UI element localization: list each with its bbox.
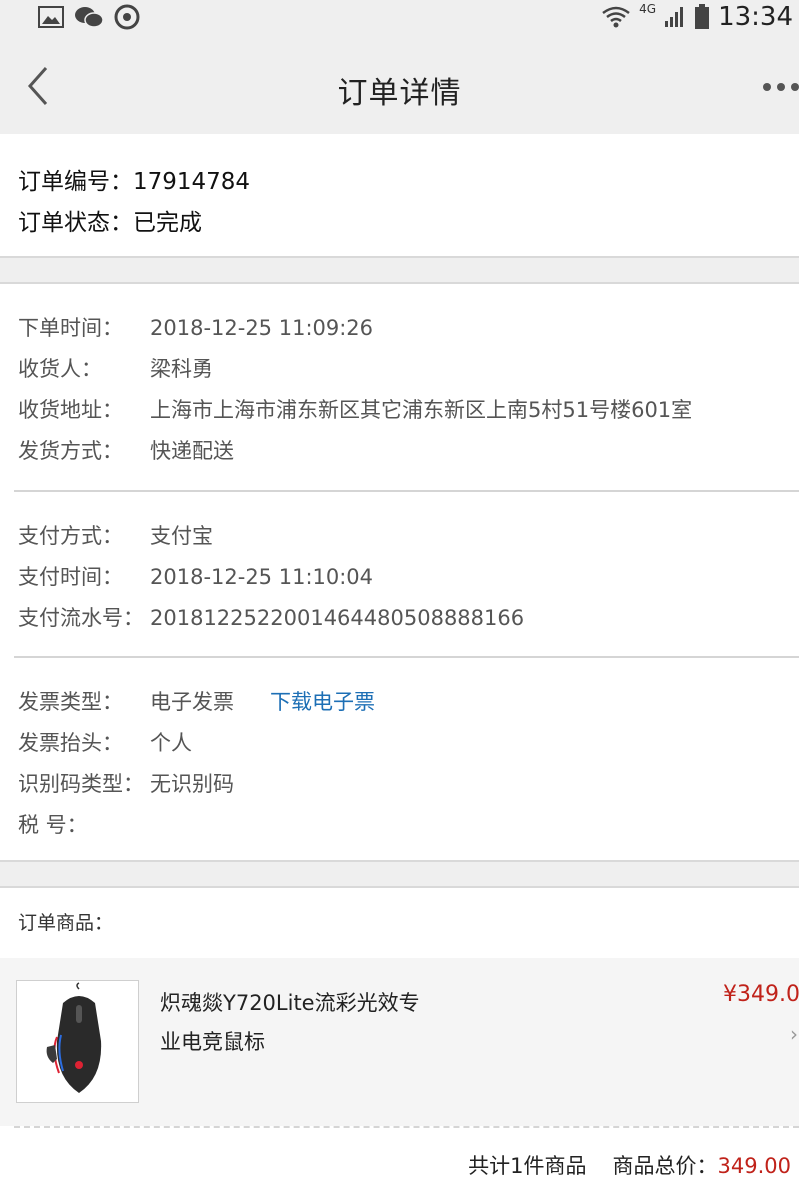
item-count: 共计1件商品 <box>468 1154 587 1178</box>
page-title: 订单详情 <box>337 76 462 111</box>
address-row: 收货地址： 上海市上海市浦东新区其它浦东新区上南5村51号楼601室 <box>18 394 692 424</box>
shipping-method-label: 发货方式： <box>18 439 123 463</box>
order-summary: 订单编号：17914784 订单状态：已完成 <box>0 134 799 258</box>
shipping-method: 快递配送 <box>150 439 234 463</box>
signal-icon <box>665 7 684 27</box>
id-type-row: 识别码类型： 无识别码 <box>18 768 234 798</box>
shipping-method-row: 发货方式： 快递配送 <box>18 435 234 465</box>
payment-method: 支付宝 <box>150 524 213 548</box>
download-invoice-link[interactable]: 下载电子票 <box>270 690 375 714</box>
order-status-label: 订单状态： <box>18 210 133 236</box>
nav-bar: 订单详情 <box>0 36 799 134</box>
wechat-icon <box>75 7 104 28</box>
order-total: 共计1件商品 商品总价：349.00 <box>468 1150 791 1180</box>
tax-number-label: 税 号： <box>18 813 88 837</box>
product-name[interactable]: 炽魂燚Y720Lite流彩光效专业电竞鼠标 <box>160 984 420 1062</box>
payment-time-label: 支付时间： <box>18 565 123 589</box>
order-goods: 订单商品： 炽魂燚Y720Lite流彩光效专业电竞鼠标 ¥349.0 › 共计1… <box>0 886 799 1181</box>
payment-method-label: 支付方式： <box>18 524 123 548</box>
total-value: 349.00 <box>717 1154 791 1178</box>
order-status-line: 订单状态：已完成 <box>18 203 202 237</box>
order-status: 已完成 <box>133 210 202 236</box>
order-details: 下单时间： 2018-12-25 11:09:26 收货人： 梁科勇 收货地址： 上海… <box>0 282 799 862</box>
divider <box>14 490 799 492</box>
address-label: 收货地址： <box>18 398 123 422</box>
payment-time-row: 支付时间： 2018-12-25 11:10:04 <box>18 561 373 591</box>
tax-number-row: 税 号： <box>18 809 150 839</box>
dashed-divider <box>14 1126 799 1128</box>
receiver-row: 收货人： 梁科勇 <box>18 353 213 383</box>
invoice-title: 个人 <box>150 731 192 755</box>
divider <box>14 656 799 658</box>
network-type: 4G <box>639 2 657 16</box>
receiver: 梁科勇 <box>150 357 213 381</box>
total-label: 商品总价： <box>612 1154 718 1178</box>
id-type: 无识别码 <box>150 772 234 796</box>
battery-icon <box>695 4 710 29</box>
order-number-label: 订单编号： <box>18 169 133 195</box>
payment-method-row: 支付方式： 支付宝 <box>18 520 213 550</box>
order-time: 2018-12-25 11:09:26 <box>150 316 374 340</box>
order-number-line: 订单编号：17914784 <box>18 162 250 196</box>
goods-label: 订单商品： <box>18 912 114 934</box>
clock: 13:34 <box>718 2 793 32</box>
status-bar: 4G 13:34 <box>0 0 799 36</box>
receiver-label: 收货人： <box>18 357 102 381</box>
goods-item[interactable]: 炽魂燚Y720Lite流彩光效专业电竞鼠标 ¥349.0 › <box>0 958 799 1126</box>
sync-icon <box>114 4 140 30</box>
id-type-label: 识别码类型： <box>18 772 144 796</box>
gallery-icon <box>38 6 64 28</box>
order-time-label: 下单时间： <box>18 316 123 340</box>
payment-time: 2018-12-25 11:10:04 <box>150 565 374 589</box>
product-price: ¥349.0 <box>723 982 799 1007</box>
address: 上海市上海市浦东新区其它浦东新区上南5村51号楼601室 <box>150 398 693 422</box>
mouse-image-icon <box>46 982 102 1093</box>
chevron-right-icon[interactable]: › <box>790 1022 798 1046</box>
more-icon[interactable] <box>759 80 799 94</box>
order-number: 17914784 <box>133 169 251 195</box>
invoice-type-row: 发票类型： 电子发票 下载电子票 <box>18 686 375 716</box>
invoice-title-label: 发票抬头： <box>18 731 123 755</box>
invoice-title-row: 发票抬头： 个人 <box>18 727 192 757</box>
order-time-row: 下单时间： 2018-12-25 11:09:26 <box>18 312 373 342</box>
payment-serial-row: 支付流水号： 2018122522001464480508888166 <box>18 602 524 632</box>
payment-serial: 2018122522001464480508888166 <box>150 606 525 630</box>
wifi-icon <box>602 6 630 28</box>
invoice-type: 电子发票 <box>150 690 234 714</box>
payment-serial-label: 支付流水号： <box>18 606 144 630</box>
product-thumbnail[interactable] <box>16 980 139 1103</box>
invoice-type-label: 发票类型： <box>18 690 123 714</box>
